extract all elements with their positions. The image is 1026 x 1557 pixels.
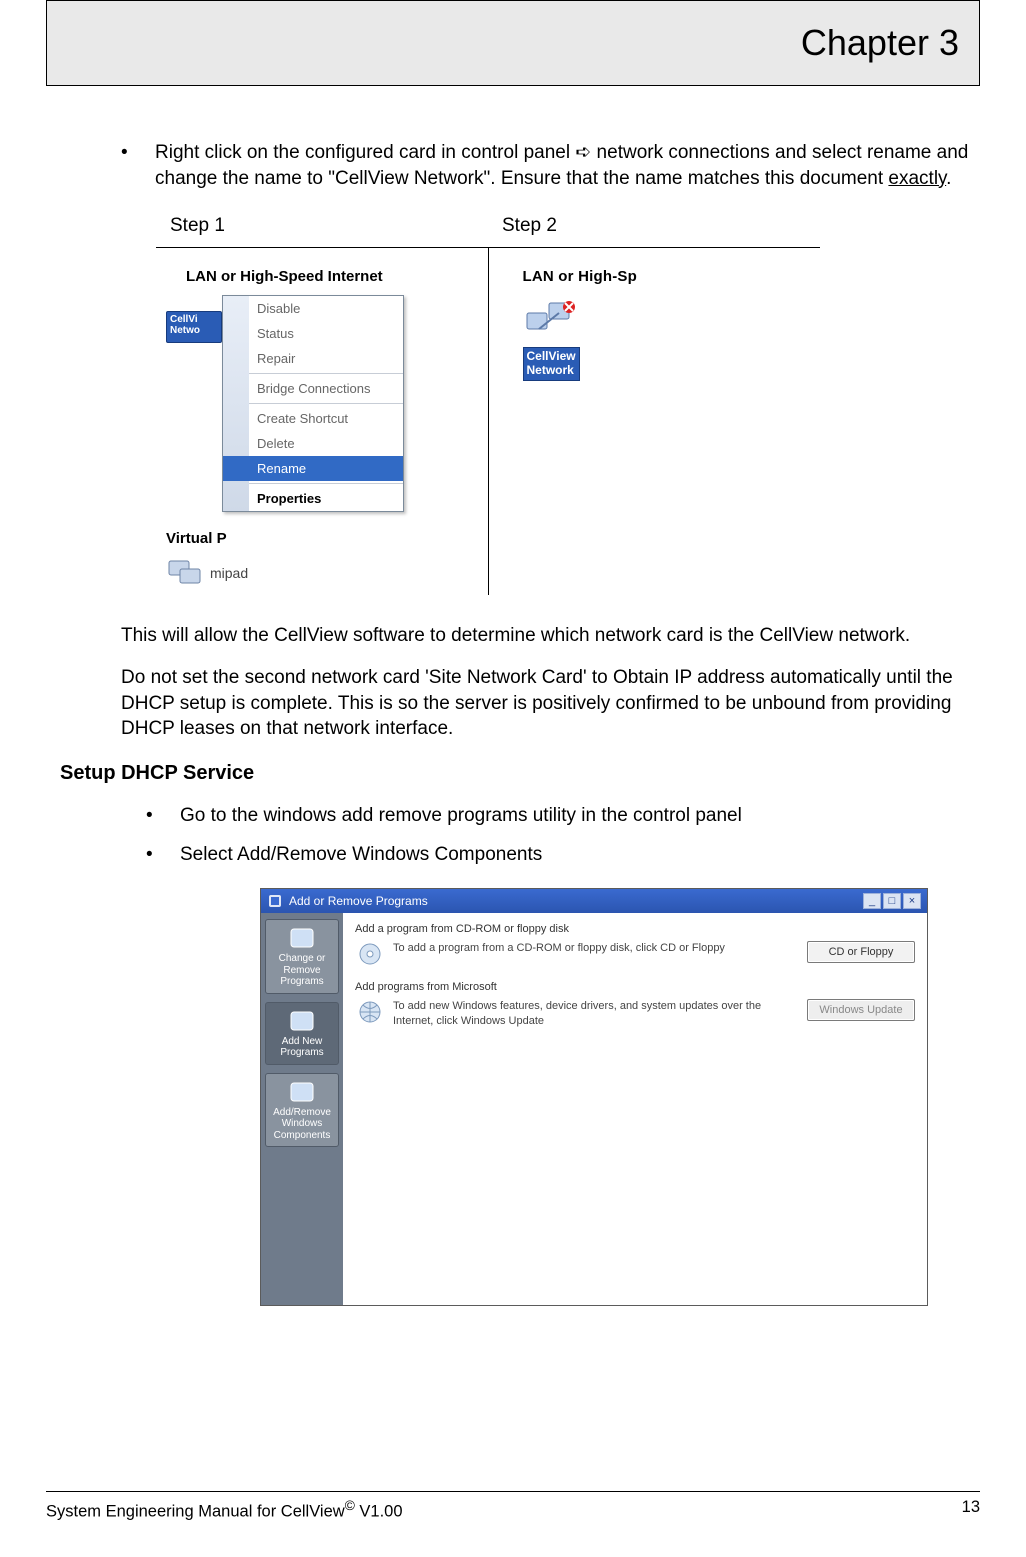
menu-item-rename[interactable]: Rename	[223, 456, 403, 481]
step-header-1: Step 1	[156, 205, 488, 248]
menu-item-properties[interactable]: Properties	[223, 486, 403, 511]
adapter-label: mipad	[210, 565, 248, 581]
page-footer: System Engineering Manual for CellView© …	[46, 1491, 980, 1522]
network-connection-icon[interactable]: CellViNetwo	[166, 295, 218, 345]
bullet-text: Select Add/Remove Windows Components	[180, 842, 980, 868]
bullet-item: • Right click on the configured card in …	[121, 140, 980, 191]
sidebar-add-new[interactable]: Add New Programs	[265, 1002, 339, 1065]
menu-item-bridge[interactable]: Bridge Connections	[223, 376, 403, 401]
page-content: • Right click on the configured card in …	[46, 140, 980, 1306]
bullet-item: • Select Add/Remove Windows Components	[146, 842, 980, 868]
sidebar-change-remove[interactable]: Change or Remove Programs	[265, 919, 339, 994]
sidebar-windows-components[interactable]: Add/Remove Windows Components	[265, 1073, 339, 1148]
globe-icon	[355, 999, 385, 1025]
lan-heading: LAN or High-Speed Internet	[186, 268, 482, 285]
window-title: Add or Remove Programs	[289, 894, 428, 908]
virtual-heading: Virtual P	[166, 530, 482, 547]
section-text-1: To add a program from a CD-ROM or floppy…	[393, 941, 797, 956]
menu-item-repair[interactable]: Repair	[223, 346, 403, 371]
menu-item-shortcut[interactable]: Create Shortcut	[223, 406, 403, 431]
section-head-1: Add a program from CD-ROM or floppy disk	[355, 923, 915, 935]
bullet-text: Go to the windows add remove programs ut…	[180, 803, 980, 829]
footer-left: System Engineering Manual for CellView© …	[46, 1498, 403, 1522]
paragraph-allow: This will allow the CellView software to…	[121, 623, 954, 649]
close-button[interactable]: ×	[903, 893, 921, 909]
bullet-marker: •	[121, 140, 155, 191]
add-remove-programs-window: Add or Remove Programs _ □ × Change or R…	[260, 888, 928, 1306]
section-row-2: To add new Windows features, device driv…	[355, 999, 915, 1029]
menu-item-status[interactable]: Status	[223, 321, 403, 346]
footer-page-number: 13	[962, 1498, 980, 1522]
step2-figure: LAN or High-Sp	[489, 248, 821, 595]
sidebar: Change or Remove Programs Add New Progra…	[261, 913, 343, 1305]
bullet-text: Right click on the configured card in co…	[155, 140, 980, 191]
steps-table: Step 1 Step 2 LAN or High-Speed Internet…	[156, 205, 820, 595]
main-panel: Add a program from CD-ROM or floppy disk…	[343, 913, 927, 1305]
minimize-button[interactable]: _	[863, 893, 881, 909]
section-text-2: To add new Windows features, device driv…	[393, 999, 797, 1029]
section-head-2: Add programs from Microsoft	[355, 981, 915, 993]
maximize-button[interactable]: □	[883, 893, 901, 909]
cd-floppy-button[interactable]: CD or Floppy	[807, 941, 915, 963]
chapter-title: Chapter 3	[801, 22, 959, 64]
menu-item-delete[interactable]: Delete	[223, 431, 403, 456]
cd-icon	[355, 941, 385, 967]
adapter-icon	[166, 555, 206, 591]
bullet-item: • Go to the windows add remove programs …	[146, 803, 980, 829]
menu-item-disable[interactable]: Disable	[223, 296, 403, 321]
program-icon	[267, 893, 283, 909]
step-header-2: Step 2	[488, 205, 820, 248]
window-titlebar[interactable]: Add or Remove Programs _ □ ×	[261, 889, 927, 913]
step1-figure: LAN or High-Speed Internet CellViNetwo D…	[156, 248, 489, 595]
network-icon[interactable]	[523, 299, 579, 345]
heading-setup-dhcp: Setup DHCP Service	[60, 762, 980, 785]
bullet-marker: •	[146, 803, 180, 829]
context-menu: Disable Status Repair Bridge Connections…	[222, 295, 404, 512]
page-header: Chapter 3	[46, 0, 980, 86]
lan-heading-2: LAN or High-Sp	[523, 268, 815, 285]
connection-label-editing[interactable]: CellViewNetwork	[523, 347, 580, 381]
windows-update-button[interactable]: Windows Update	[807, 999, 915, 1021]
bullet-marker: •	[146, 842, 180, 868]
section-row-1: To add a program from a CD-ROM or floppy…	[355, 941, 915, 967]
paragraph-dhcp: Do not set the second network card 'Site…	[121, 665, 954, 742]
